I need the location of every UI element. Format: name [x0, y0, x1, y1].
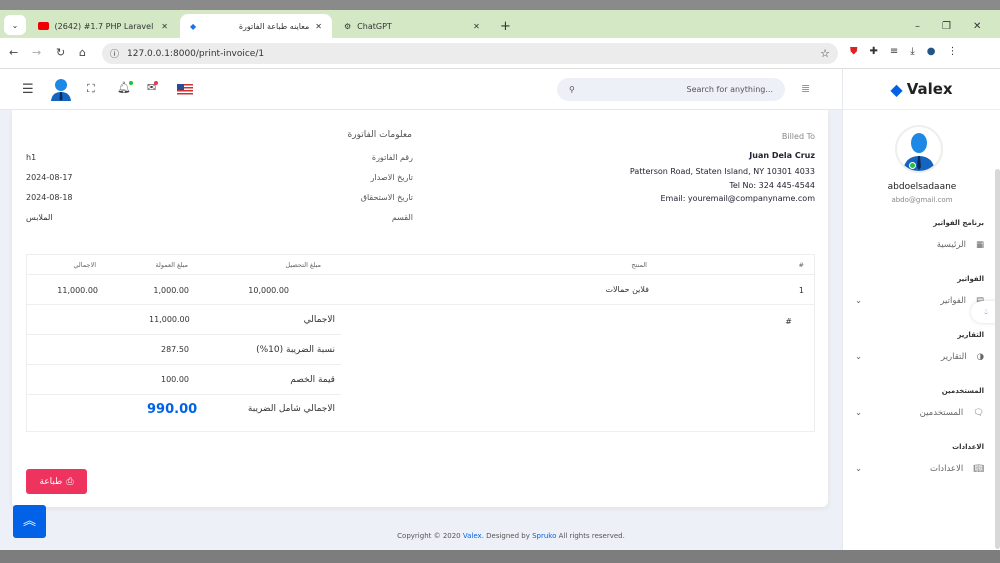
chevron-down-icon: ⌄ [855, 408, 863, 418]
invoice-card: معلومات الفاتورة h1 رقم الفاتورة 2024-08-… [12, 110, 828, 507]
download-icon[interactable]: ⤓ [910, 46, 914, 57]
hamburger-menu-icon[interactable]: ☰ [22, 82, 34, 97]
browser-tab-bar: ⌄ (2642) #1.7 PHP Laravel Ecomm✕ ◆معاينه… [0, 10, 1000, 38]
tab-chatgpt[interactable]: ⚙ ChatGPT ✕ [334, 14, 490, 38]
chatgpt-icon: ⚙ [344, 21, 352, 31]
profile-icon[interactable]: ● [927, 46, 936, 57]
address-bar-row: ← → ↻ ⌂ ⓘ 127.0.0.1:8000/print-invoice/1 ☆… [0, 38, 1000, 69]
invoice-info-title: معلومات الفاتورة [347, 130, 412, 140]
brave-shield-icon[interactable]: ⛊ [850, 46, 858, 57]
hash-cell: # [785, 317, 792, 326]
chevron-down-icon: ⌄ [855, 352, 863, 362]
menu-icon[interactable]: ⋮ [947, 46, 957, 57]
tab-print-invoice[interactable]: ◆ معاينه طباعة الفاتورة ✕ [180, 14, 332, 38]
fullscreen-icon[interactable]: ⛶ [87, 82, 95, 96]
profile-avatar[interactable] [895, 125, 943, 173]
new-tab-button[interactable]: + [490, 14, 521, 38]
extensions-icon[interactable]: ✚ [870, 46, 878, 57]
screen-top-bezel [0, 0, 1000, 10]
footer: Copyright © 2020 Valex. Designed by Spru… [397, 532, 625, 540]
sidebar-item-invoices[interactable]: ⌄الفواتير▤ [855, 296, 984, 306]
window-controls: – ❐ ✕ [905, 14, 991, 38]
sidebar-email: abdo@gmail.com [891, 196, 953, 204]
discount-row: قيمة الخصم 100.00 [27, 365, 341, 395]
total-row: الاجمالي 11,000.00 [27, 305, 341, 335]
totals-block: الاجمالي 11,000.00 نسبة الضريبة (10%) 287.… [27, 305, 341, 431]
chevron-down-icon: ⌄ [11, 20, 19, 30]
user-avatar-icon[interactable] [50, 77, 72, 101]
search-input[interactable]: ⚲ Search for anything... [557, 78, 785, 101]
media-icon[interactable]: ≡ [890, 46, 898, 57]
sidebar-username: abdoelsadaane [887, 182, 957, 192]
notification-bell-icon[interactable]: 🔔︎ [117, 81, 133, 94]
sidebar: ◆ Valex abdoelsadaane abdo@gmail.com برنا… [842, 69, 1000, 550]
sidebar-scrollbar[interactable] [995, 169, 1000, 549]
close-icon[interactable]: ✕ [315, 22, 322, 31]
invoice-info-row: h1 رقم الفاتورة [26, 153, 413, 162]
invoice-info-row: الملابس القسم [26, 213, 413, 222]
grand-total-row: الاجمالي شامل الضريبة 990.00 [147, 402, 335, 417]
close-icon[interactable]: ✕ [161, 22, 168, 31]
book-icon: 📖︎ [973, 464, 984, 474]
printer-icon: ⎙ [66, 476, 74, 487]
sidebar-item-reports[interactable]: ⌄ التقارير ◑ [855, 352, 984, 362]
minimize-icon[interactable]: – [915, 21, 920, 32]
brand-logo[interactable]: ◆ Valex [843, 69, 1000, 110]
section-title: الفواتير [957, 275, 984, 283]
maximize-icon[interactable]: ❐ [942, 21, 951, 32]
section-title: التقارير [957, 331, 984, 339]
billed-to-block: Billed To Juan Dela Cruz Patterson Road,… [629, 132, 815, 203]
sidebar-item-settings[interactable]: ⌄ الاعدادات 📖︎ [855, 464, 984, 474]
section-title: المستخدمين [941, 387, 984, 395]
section-title: الاعدادات [952, 443, 984, 451]
table-header: # المنتج مبلغ التحصيل مبلغ العمولة الاجم… [27, 255, 814, 275]
search-icon: ⚲ [569, 85, 575, 94]
browser-toolbar-icons: ⛊ ✚ ≡ ⤓ ● ⋮ [850, 46, 957, 57]
youtube-icon [38, 22, 49, 30]
print-button[interactable]: طباعة ⎙ [26, 469, 87, 494]
valex-logo-icon: ◆ [890, 79, 903, 99]
tax-row: نسبة الضريبة (10%) 287.50 [27, 335, 341, 365]
invoice-table: # المنتج مبلغ التحصيل مبلغ العمولة الاجم… [26, 254, 815, 432]
online-status-dot [909, 162, 916, 169]
close-icon[interactable]: ✕ [473, 22, 480, 31]
home-icon[interactable]: ⌂ [79, 46, 86, 59]
forward-icon[interactable]: → [32, 46, 41, 59]
chevron-down-icon: ⌄ [855, 464, 863, 474]
messages-icon[interactable]: ✉ [147, 81, 159, 94]
site-info-icon[interactable]: ⓘ [110, 47, 119, 60]
close-window-icon[interactable]: ✕ [973, 21, 981, 32]
tab-search-button[interactable]: ⌄ [4, 15, 26, 35]
table-row: 1 فلاين حمالات 10,000.00 1,000.00 11,000… [27, 275, 814, 305]
sidebar-toggle-icon[interactable]: ≣ [801, 82, 810, 95]
reload-icon[interactable]: ↻ [56, 46, 65, 59]
bookmark-star-icon[interactable]: ☆ [820, 47, 830, 60]
url-field[interactable]: ⓘ 127.0.0.1:8000/print-invoice/1 ☆ [102, 43, 838, 64]
pie-chart-icon: ◑ [976, 352, 984, 362]
sidebar-item-home[interactable]: الرئيسية ▦ [855, 240, 984, 250]
us-flag-icon[interactable] [177, 84, 193, 95]
tab-youtube[interactable]: (2642) #1.7 PHP Laravel Ecomm✕ [28, 14, 178, 38]
grid-icon: ▦ [975, 240, 984, 250]
chevron-down-icon: ⌄ [855, 296, 863, 306]
chat-icon: 🗨︎ [973, 408, 984, 418]
sidebar-item-users[interactable]: ⌄ المستخدمين 🗨︎ [855, 408, 984, 418]
valex-favicon-icon: ◆ [190, 21, 197, 31]
back-icon[interactable]: ← [9, 46, 18, 59]
invoice-info-row: 2024-08-17 تاريخ الاصدار [26, 173, 413, 182]
section-title: برنامج الفواتير [933, 219, 984, 227]
invoice-info-row: 2024-08-18 تاريخ الاستحقاق [26, 193, 413, 202]
top-header: ☰ ⛶ 🔔︎ ✉ ⚲ Search for anything... ≣ [0, 69, 842, 110]
